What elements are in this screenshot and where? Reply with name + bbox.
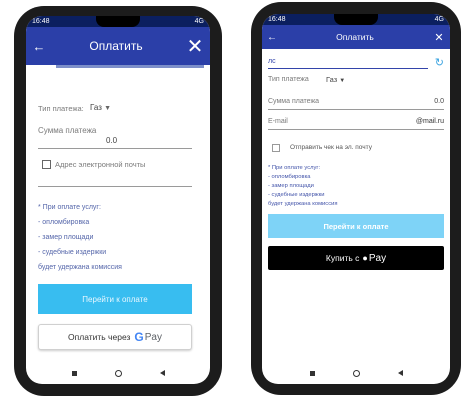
right-header-title: Оплатить [336, 32, 374, 42]
right-close-icon[interactable]: ✕ [428, 31, 450, 44]
left-header: ← Оплатить ✕ [26, 27, 210, 65]
right-phone-frame: 16:48 4G ← Оплатить ✕ лс ↻ Тип платежа Г… [251, 2, 461, 395]
left-notice-outro: будет удержана комиссия [38, 264, 122, 271]
right-payment-type-value: Газ [326, 75, 338, 84]
right-notch [334, 14, 378, 25]
left-nav-recents-icon[interactable] [71, 370, 77, 376]
left-header-stripe [56, 65, 204, 68]
right-notice-item: - замер площади [268, 183, 314, 189]
right-back-arrow-icon[interactable]: ← [262, 32, 282, 43]
right-account-underline [268, 68, 428, 69]
right-email-underline [268, 129, 444, 130]
left-notice-item: - замер площади [38, 234, 94, 241]
right-header: ← Оплатить ✕ [262, 25, 450, 49]
left-amount-input[interactable]: 0.0 [106, 136, 117, 145]
left-back-arrow-icon[interactable]: ← [26, 39, 52, 54]
right-applepay-brand: Pay [368, 252, 387, 264]
left-gpay-brand: Pay [144, 331, 162, 343]
apple-icon: ● [362, 253, 368, 263]
left-payment-type-select[interactable]: Газ ▼ [90, 103, 111, 112]
left-status-signal: 4G [194, 18, 204, 25]
left-nav-back-icon[interactable] [159, 370, 165, 376]
right-notice-item: - судебные издержки [268, 192, 325, 198]
right-proceed-button-label: Перейти к оплате [323, 221, 389, 231]
right-notice-item: - опломбировка [268, 174, 311, 180]
left-amount-label: Сумма платежа [38, 126, 97, 135]
left-notice: * При оплате услуг: - опломбировка - зам… [38, 200, 122, 275]
left-close-icon[interactable]: ✕ [180, 34, 210, 59]
left-notice-item: - опломбировка [38, 219, 90, 226]
left-proceed-button-label: Перейти к оплате [82, 294, 148, 304]
right-payment-type-label: Тип платежа [268, 76, 309, 83]
right-account-prefix: лс [268, 58, 276, 65]
left-header-title: Оплатить [89, 39, 143, 53]
left-email-underline [38, 186, 192, 187]
right-nav-bar [262, 368, 450, 378]
right-status-signal: 4G [434, 16, 444, 23]
right-nav-recents-icon[interactable] [309, 370, 315, 376]
right-nav-home-icon[interactable] [352, 369, 360, 377]
left-notice-intro: * При оплате услуг: [38, 204, 101, 211]
right-email-input[interactable]: @mail.ru [416, 118, 444, 125]
left-phone-frame: 16:48 4G ← Оплатить ✕ Тип платежа: Газ ▼… [14, 6, 222, 396]
left-proceed-button[interactable]: Перейти к оплате [38, 284, 192, 314]
right-payment-type-select[interactable]: Газ ▼ [326, 75, 345, 84]
left-email-checkbox-label: Адрес электронной почты [55, 160, 146, 169]
left-chevron-down-icon: ▼ [104, 105, 112, 112]
right-status-time: 16:48 [268, 16, 286, 23]
right-receipt-checkbox[interactable] [272, 144, 280, 152]
right-applepay-button[interactable]: Купить с ● Pay [268, 246, 444, 270]
right-notice-intro: * При оплате услуг: [268, 165, 321, 171]
right-screen: 16:48 4G ← Оплатить ✕ лс ↻ Тип платежа Г… [262, 14, 450, 384]
left-screen: 16:48 4G ← Оплатить ✕ Тип платежа: Газ ▼… [26, 16, 210, 384]
right-amount-input[interactable]: 0.0 [434, 98, 444, 105]
left-gpay-button-label: Оплатить через [68, 332, 131, 342]
right-email-label: E-mail [268, 118, 288, 125]
left-payment-type-value: Газ [90, 103, 102, 112]
right-nav-back-icon[interactable] [397, 370, 403, 376]
left-notch [96, 16, 140, 27]
left-email-checkbox[interactable] [42, 160, 51, 169]
right-receipt-checkbox-label: Отправить чек на эл. почту [290, 144, 372, 151]
right-notice-outro: будет удержана комиссия [268, 201, 338, 207]
left-payment-type-label: Тип платежа: [38, 104, 84, 113]
right-chevron-down-icon: ▼ [339, 78, 346, 84]
right-proceed-button[interactable]: Перейти к оплате [268, 214, 444, 238]
right-applepay-button-label: Купить с [325, 253, 360, 263]
left-nav-home-icon[interactable] [114, 369, 122, 377]
right-amount-label: Сумма платежа [268, 98, 320, 105]
right-notice: * При оплате услуг: - опломбировка - зам… [268, 164, 337, 209]
refresh-icon[interactable]: ↻ [435, 56, 444, 69]
left-amount-underline [38, 148, 192, 149]
left-notice-item: - судебные издержки [38, 249, 107, 256]
right-amount-underline [268, 109, 444, 110]
left-nav-bar [26, 368, 210, 378]
google-g-icon: G [134, 330, 144, 344]
left-status-time: 16:48 [32, 18, 50, 25]
left-gpay-button[interactable]: Оплатить через G Pay [38, 324, 192, 350]
